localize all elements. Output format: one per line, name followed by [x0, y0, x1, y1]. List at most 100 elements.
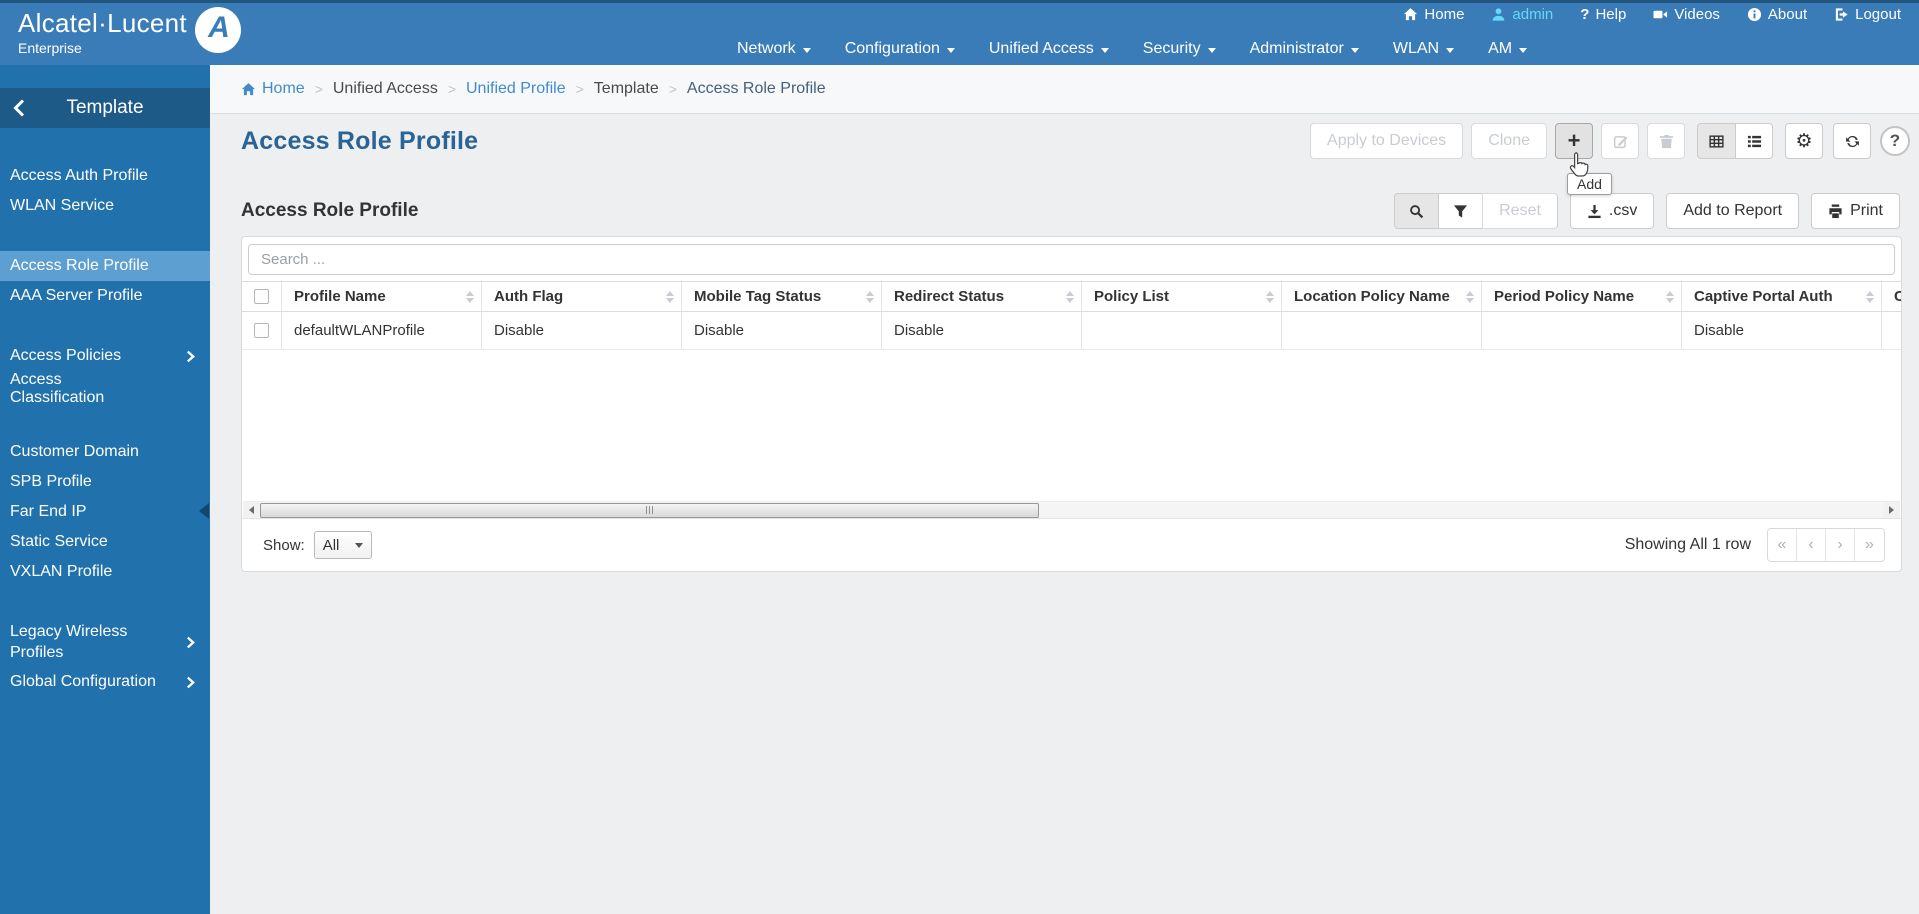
sidebar-item-access-role-profile[interactable]: Access Role Profile	[0, 251, 210, 281]
table-search-wrapper	[242, 237, 1901, 281]
nav-configuration[interactable]: Configuration	[845, 40, 955, 58]
print-button[interactable]: Print	[1811, 193, 1900, 229]
edit-button[interactable]	[1601, 123, 1639, 159]
chevron-down-icon	[1100, 48, 1109, 53]
sort-icon[interactable]	[1466, 290, 1474, 303]
utility-user-menu[interactable]: admin	[1491, 6, 1553, 23]
sort-icon[interactable]	[1666, 290, 1674, 303]
export-csv-button[interactable]: .csv	[1569, 193, 1655, 229]
nav-am[interactable]: AM	[1488, 40, 1528, 58]
brand-name: Alcatel·Lucent	[18, 8, 187, 38]
header-cell[interactable]: Profile Name	[282, 282, 482, 311]
nav-wlan[interactable]: WLAN	[1393, 40, 1455, 58]
sidebar-item-global-configuration[interactable]: Global Configuration	[0, 667, 210, 697]
delete-button[interactable]	[1647, 123, 1685, 159]
sidebar-item-static-service[interactable]: Static Service	[0, 527, 210, 557]
chevron-down-icon	[354, 542, 363, 548]
sidebar-back-icon[interactable]	[13, 99, 25, 117]
data-table: Profile Name Auth Flag Mobile Tag Status…	[242, 281, 1901, 350]
breadcrumb-home-link[interactable]: Home	[241, 80, 305, 98]
last-page-button[interactable]: »	[1855, 529, 1884, 561]
utility-bar: Home admin ? Help Videos About Logout	[1403, 6, 1901, 23]
header-cell[interactable]: Policy List	[1082, 282, 1282, 311]
sidebar-item-access-classification[interactable]: Access Classification	[0, 371, 210, 407]
sidebar-item-spb-profile[interactable]: SPB Profile	[0, 467, 210, 497]
sidebar-item-wlan-service[interactable]: WLAN Service	[0, 191, 210, 221]
add-button-wrapper: + Add	[1555, 123, 1612, 195]
next-page-button[interactable]: ›	[1826, 529, 1855, 561]
utility-about-link[interactable]: About	[1747, 6, 1807, 23]
scroll-left-button[interactable]	[243, 501, 260, 519]
home-icon	[1403, 7, 1418, 22]
chevron-down-icon	[1446, 48, 1455, 53]
settings-button[interactable]: ⚙	[1785, 123, 1823, 159]
sidebar-item-far-end-ip[interactable]: Far End IP	[0, 497, 210, 527]
refresh-button[interactable]	[1833, 123, 1871, 159]
row-cell-redirect-status: Disable	[882, 312, 1082, 349]
utility-help-link[interactable]: ? Help	[1580, 6, 1626, 23]
sidebar-item-vxlan-profile[interactable]: VXLAN Profile	[0, 557, 210, 587]
grid-view-icon	[1709, 134, 1724, 149]
grid-view-button[interactable]	[1697, 123, 1735, 159]
sort-icon[interactable]	[1066, 290, 1074, 303]
row-cell-captive-portal-auth: Disable	[1682, 312, 1882, 349]
sidebar-collapse-icon[interactable]	[199, 503, 209, 519]
reset-button[interactable]: Reset	[1482, 193, 1558, 229]
header-cell[interactable]: Mobile Tag Status	[682, 282, 882, 311]
sidebar-item-legacy-wireless-profiles[interactable]: Legacy Wireless Profiles	[0, 617, 210, 667]
nav-network[interactable]: Network	[737, 40, 811, 58]
header-cell[interactable]: Auth Flag	[482, 282, 682, 311]
sort-icon[interactable]	[1866, 290, 1874, 303]
page-title: Access Role Profile	[241, 126, 479, 155]
prev-page-button[interactable]: ‹	[1797, 529, 1826, 561]
utility-logout-link[interactable]: Logout	[1834, 6, 1901, 23]
header-cell[interactable]: Captive Portal Auth	[1682, 282, 1882, 311]
search-input[interactable]	[248, 244, 1895, 275]
clone-button[interactable]: Clone	[1471, 123, 1547, 159]
sidebar-header: Template	[0, 88, 210, 128]
sort-icon[interactable]	[466, 290, 474, 303]
sidebar-item-customer-domain[interactable]: Customer Domain	[0, 437, 210, 467]
row-checkbox[interactable]	[254, 323, 269, 338]
sidebar-item-aaa-server-profile[interactable]: AAA Server Profile	[0, 281, 210, 311]
search-button[interactable]	[1394, 193, 1439, 229]
filter-button[interactable]	[1438, 193, 1483, 229]
scroll-left-icon	[249, 506, 254, 514]
add-to-report-button[interactable]: Add to Report	[1666, 193, 1800, 229]
header-cell-checkbox	[242, 282, 282, 311]
breadcrumb-separator: >	[314, 81, 323, 97]
brand-text: Alcatel·Lucent Enterprise	[18, 9, 187, 56]
nav-security[interactable]: Security	[1143, 40, 1216, 58]
nav-administrator[interactable]: Administrator	[1250, 40, 1359, 58]
select-all-checkbox[interactable]	[254, 289, 269, 304]
chevron-right-icon	[186, 350, 195, 363]
header-cell[interactable]: Location Policy Name	[1282, 282, 1482, 311]
header-cell[interactable]: C	[1882, 282, 1901, 311]
row-cell-mobile-tag-status: Disable	[682, 312, 882, 349]
scrollbar-thumb[interactable]	[260, 502, 1039, 518]
sort-icon[interactable]	[866, 290, 874, 303]
sidebar: Template Access Auth Profile WLAN Servic…	[0, 65, 210, 914]
utility-videos-link[interactable]: Videos	[1653, 6, 1720, 23]
apply-to-devices-button[interactable]: Apply to Devices	[1310, 123, 1464, 159]
nav-unified-access[interactable]: Unified Access	[989, 40, 1109, 58]
list-view-icon	[1747, 134, 1762, 149]
utility-home-link[interactable]: Home	[1403, 6, 1464, 23]
header-cell[interactable]: Redirect Status	[882, 282, 1082, 311]
header-cell[interactable]: Period Policy Name	[1482, 282, 1682, 311]
breadcrumb-unified-profile-link[interactable]: Unified Profile	[466, 80, 566, 98]
scroll-right-button[interactable]	[1883, 501, 1900, 519]
table-row[interactable]: defaultWLANProfile Disable Disable Disab…	[242, 312, 1901, 350]
show-select[interactable]: All	[313, 531, 372, 559]
sort-icon[interactable]	[666, 290, 674, 303]
sort-icon[interactable]	[1266, 290, 1274, 303]
first-page-button[interactable]: «	[1768, 529, 1797, 561]
list-view-button[interactable]	[1735, 123, 1773, 159]
sidebar-item-access-auth-profile[interactable]: Access Auth Profile	[0, 161, 210, 191]
help-button[interactable]: ?	[1880, 126, 1910, 156]
horizontal-scrollbar[interactable]	[243, 501, 1900, 519]
filter-icon	[1453, 204, 1468, 219]
sidebar-item-access-policies[interactable]: Access Policies	[0, 341, 210, 371]
breadcrumb-unified-access: Unified Access	[332, 80, 438, 97]
logout-icon	[1834, 7, 1849, 22]
